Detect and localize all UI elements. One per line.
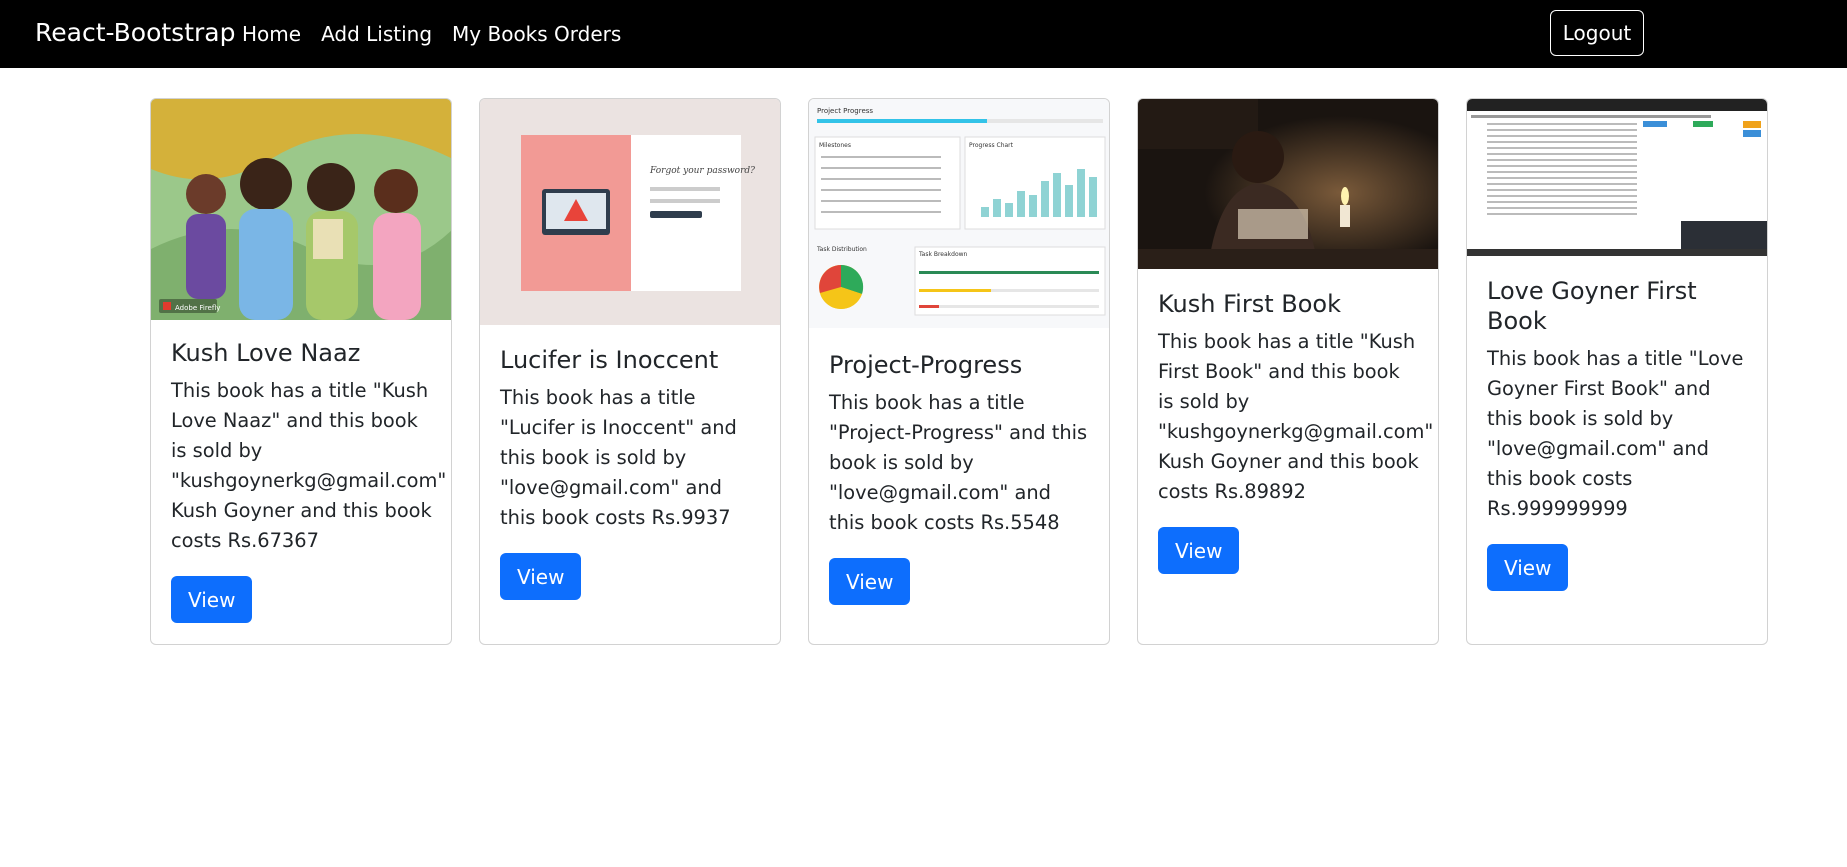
- card-text: This book has a title "Lucifer is Inocce…: [500, 386, 737, 529]
- view-button[interactable]: View: [1158, 527, 1240, 574]
- card-body: Kush Love Naaz This book has a title "Ku…: [171, 338, 447, 623]
- card-title: Lucifer is Inoccent: [500, 346, 719, 374]
- card-title: Kush First Book: [1158, 290, 1341, 318]
- card-body: Project-Progress This book has a title "…: [829, 350, 1091, 605]
- table-screenshot: [1467, 99, 1767, 256]
- svg-text:Task Breakdown: Task Breakdown: [918, 251, 968, 258]
- svg-text:Milestones: Milestones: [819, 142, 851, 149]
- nav-links: Home Add Listing My Books Orders: [242, 20, 621, 48]
- book-card: Adobe Firefly Kush Love Naaz This book h…: [150, 98, 452, 645]
- candlelit-reading-photo: [1138, 99, 1438, 269]
- card-title: Kush Love Naaz: [171, 339, 361, 367]
- book-card: Project Progress Milestones Progress Cha…: [808, 98, 1110, 645]
- view-button[interactable]: View: [1487, 544, 1569, 591]
- book-cover-image: [1138, 99, 1438, 269]
- book-cover-image: Forgot your password?: [480, 99, 780, 325]
- book-card: Forgot your password? Lucifer is Inoccen…: [479, 98, 781, 645]
- view-button[interactable]: View: [500, 553, 582, 600]
- book-cover-image: [1467, 99, 1767, 256]
- logout-button[interactable]: Logout: [1550, 10, 1644, 56]
- students-illustration: Adobe Firefly: [151, 99, 451, 320]
- svg-text:Task Distribution: Task Distribution: [816, 246, 867, 253]
- svg-text:Progress Chart: Progress Chart: [969, 142, 1014, 149]
- card-text: This book has a title "Kush First Book" …: [1158, 330, 1434, 503]
- book-cover-image: Adobe Firefly: [151, 99, 451, 320]
- image-badge-text: Adobe Firefly: [175, 304, 220, 312]
- card-body: Kush First Book This book has a title "K…: [1158, 289, 1434, 574]
- card-text: This book has a title "Love Goyner First…: [1487, 347, 1744, 520]
- card-title: Project-Progress: [829, 351, 1023, 379]
- nav-link-my-books-orders[interactable]: My Books Orders: [452, 20, 621, 48]
- view-button[interactable]: View: [171, 576, 253, 623]
- card-body: Love Goyner First Book This book has a t…: [1487, 276, 1749, 591]
- forgot-password-screenshot: Forgot your password?: [480, 99, 780, 325]
- project-progress-screenshot: Project Progress Milestones Progress Cha…: [809, 99, 1109, 328]
- view-button[interactable]: View: [829, 558, 911, 605]
- card-title: Love Goyner First Book: [1487, 277, 1697, 335]
- book-card: Love Goyner First Book This book has a t…: [1466, 98, 1768, 645]
- book-cover-image: Project Progress Milestones Progress Cha…: [809, 99, 1109, 328]
- navbar: React-Bootstrap Home Add Listing My Book…: [0, 0, 1847, 68]
- svg-text:Forgot your password?: Forgot your password?: [649, 166, 755, 176]
- nav-link-home[interactable]: Home: [242, 20, 301, 48]
- book-card: Kush First Book This book has a title "K…: [1137, 98, 1439, 645]
- nav-link-add-listing[interactable]: Add Listing: [321, 20, 432, 48]
- card-text: This book has a title "Kush Love Naaz" a…: [171, 379, 447, 552]
- svg-text:Project Progress: Project Progress: [817, 107, 873, 115]
- card-text: This book has a title "Project-Progress"…: [829, 391, 1088, 534]
- card-body: Lucifer is Inoccent This book has a titl…: [500, 345, 762, 600]
- brand-link[interactable]: React-Bootstrap: [35, 16, 235, 50]
